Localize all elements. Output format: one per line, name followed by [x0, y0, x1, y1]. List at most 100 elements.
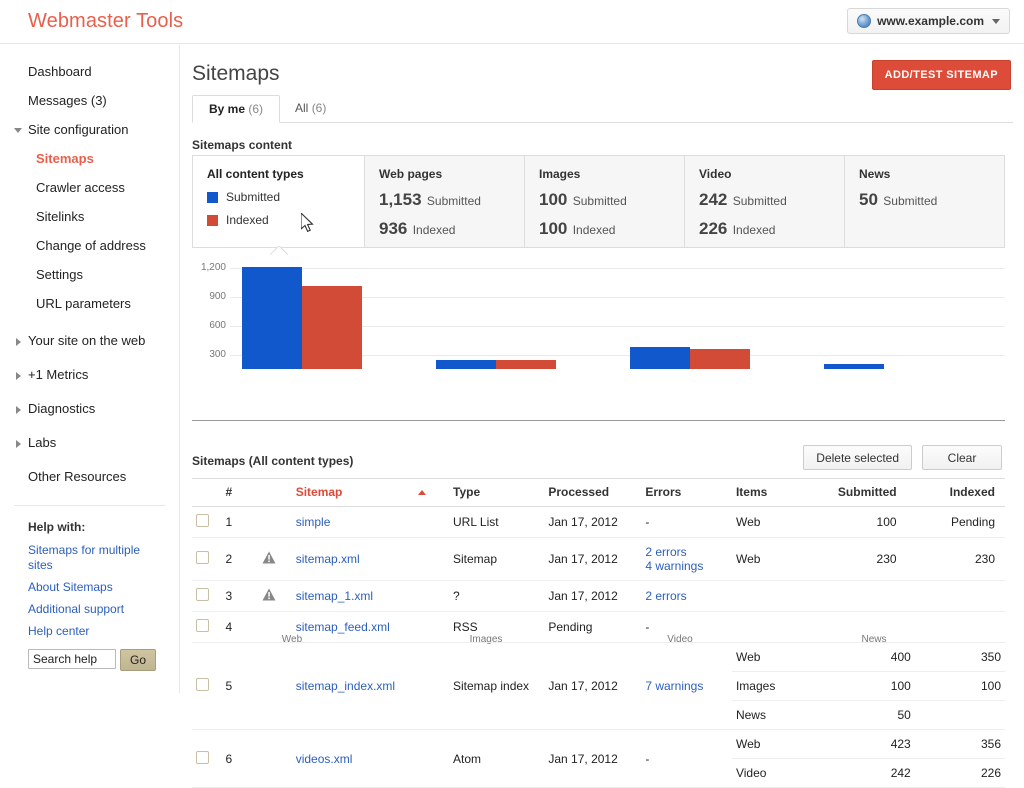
row-checkbox[interactable] — [196, 750, 209, 764]
sidebar-item-settings[interactable]: Settings — [0, 260, 179, 289]
sidebar-item-other-resources[interactable]: Other Resources — [0, 462, 179, 491]
card-indexed-label: Indexed — [572, 223, 616, 237]
sidebar-item-label: Crawler access — [36, 180, 125, 195]
column-header-type[interactable]: Type — [449, 478, 545, 507]
warnings-link[interactable]: 7 warnings — [645, 679, 703, 693]
search-help-input[interactable] — [28, 649, 116, 669]
sidebar-item-change-of-address[interactable]: Change of address — [0, 231, 179, 260]
column-header-errors[interactable]: Errors — [641, 478, 732, 507]
table-row[interactable]: 2 sitemap.xml Sitemap Jan 17, 2012 2 err… — [192, 537, 1005, 581]
table-row[interactable]: 5 sitemap_index.xml Sitemap index Jan 17… — [192, 642, 1005, 730]
row-processed: Jan 17, 2012 — [544, 642, 642, 730]
sitemap-link[interactable]: sitemap_1.xml — [296, 589, 373, 603]
sidebar-item-sitemaps[interactable]: Sitemaps — [0, 144, 179, 173]
help-link-about-sitemaps[interactable]: About Sitemaps — [28, 580, 146, 595]
breakdown-row: Web 423 356 — [731, 730, 1005, 759]
row-number: 6 — [221, 729, 259, 788]
help-link-additional-support[interactable]: Additional support — [28, 602, 146, 617]
sidebar-item-label: URL parameters — [36, 296, 131, 311]
column-header-indexed[interactable]: Indexed — [914, 478, 1005, 507]
card-submitted-label: Submitted — [883, 194, 938, 208]
tab-by-me[interactable]: By me (6) — [192, 95, 281, 123]
sidebar-group-labs[interactable]: Labs — [0, 428, 179, 457]
help-link-sitemaps-multiple-sites[interactable]: Sitemaps for multiple sites — [28, 543, 146, 573]
column-header-items[interactable]: Items — [731, 478, 816, 507]
sitemap-link[interactable]: simple — [296, 515, 331, 529]
card-submitted-label: Submitted — [732, 194, 787, 208]
row-checkbox[interactable] — [196, 514, 209, 527]
row-checkbox-cell — [192, 506, 222, 538]
chevron-down-icon — [14, 128, 22, 133]
site-selector-dropdown[interactable]: www.example.com — [847, 8, 1010, 34]
chevron-right-icon — [16, 338, 21, 346]
sitemap-link[interactable]: sitemap_feed.xml — [296, 620, 390, 634]
clear-button[interactable]: Clear — [922, 445, 1002, 470]
chevron-right-icon — [16, 372, 21, 380]
column-header-number[interactable]: # — [221, 478, 259, 507]
card-images[interactable]: Images 100 Submitted 100 Indexed — [525, 156, 685, 247]
sitemap-link[interactable]: sitemap_index.xml — [296, 679, 395, 693]
card-title: Images — [539, 167, 581, 181]
row-processed: Pending — [544, 611, 642, 643]
sidebar-group-your-site-on-the-web[interactable]: Your site on the web — [0, 326, 179, 355]
y-axis-tick-1200: 1,200 — [200, 262, 226, 273]
add-test-sitemap-button[interactable]: ADD/TEST SITEMAP — [871, 60, 1011, 90]
warnings-link[interactable]: 4 warnings — [645, 559, 728, 573]
row-warning-cell — [258, 642, 292, 730]
tab-label: By me — [209, 102, 246, 116]
row-checkbox[interactable] — [196, 588, 209, 601]
row-submitted: 230 — [815, 537, 915, 581]
tab-count: (6) — [311, 101, 327, 115]
sidebar-item-label: Labs — [28, 435, 57, 450]
sidebar-item-label: Settings — [36, 267, 83, 282]
row-number: 2 — [221, 537, 259, 581]
card-submitted-row: 100 Submitted — [539, 190, 670, 210]
card-news[interactable]: News 50 Submitted — [845, 156, 1004, 247]
breakdown-indexed: 356 — [914, 730, 1005, 759]
column-header-processed[interactable]: Processed — [544, 478, 642, 507]
column-header-sort-indicator[interactable] — [409, 478, 449, 507]
breakdown-submitted: 423 — [816, 730, 915, 759]
row-checkbox[interactable] — [196, 551, 209, 564]
column-header-sitemap[interactable]: Sitemap — [291, 478, 410, 507]
card-submitted-label: Submitted — [426, 194, 481, 208]
row-items: Web — [731, 506, 816, 538]
sitemap-link[interactable]: sitemap.xml — [296, 552, 360, 566]
breakdown-submitted: 242 — [890, 766, 911, 780]
card-video[interactable]: Video 242 Submitted 226 Indexed — [685, 156, 845, 247]
card-title: News — [859, 167, 891, 181]
row-warning-cell — [258, 611, 292, 643]
errors-link[interactable]: 2 errors — [645, 589, 686, 603]
table-row[interactable]: 4 sitemap_feed.xml RSS Pending - — [192, 611, 1005, 643]
sidebar-group-plus-one-metrics[interactable]: +1 Metrics — [0, 360, 179, 389]
sidebar-group-diagnostics[interactable]: Diagnostics — [0, 394, 179, 423]
sidebar-item-crawler-access[interactable]: Crawler access — [0, 173, 179, 202]
errors-link[interactable]: 2 errors — [645, 545, 728, 559]
tab-all[interactable]: All (6) — [279, 95, 342, 123]
card-all-content-types[interactable]: All content types Submitted Indexed — [193, 156, 365, 247]
sidebar-item-label: Messages (3) — [28, 93, 107, 108]
sitemap-link[interactable]: videos.xml — [296, 752, 353, 766]
breakdown-indexed: 350 — [914, 643, 1005, 672]
sidebar-item-dashboard[interactable]: Dashboard — [0, 57, 179, 86]
table-row[interactable]: 6 videos.xml Atom Jan 17, 2012 - Web 423 — [192, 729, 1005, 788]
sidebar-item-messages[interactable]: Messages (3) — [0, 86, 179, 115]
search-help-go-button[interactable]: Go — [120, 649, 156, 671]
column-header-submitted[interactable]: Submitted — [815, 478, 915, 507]
legend-submitted: Submitted — [207, 190, 350, 204]
delete-selected-button[interactable]: Delete selected — [803, 445, 912, 470]
help-link-help-center[interactable]: Help center — [28, 624, 146, 639]
row-type: URL List — [449, 506, 545, 538]
card-web-pages[interactable]: Web pages 1,153 Submitted 936 Indexed — [365, 156, 525, 247]
row-checkbox[interactable] — [196, 619, 209, 632]
legend-swatch-indexed-icon — [207, 214, 218, 226]
row-sitemap-cell: sitemap_index.xml — [291, 642, 449, 730]
table-row[interactable]: 3 sitemap_1.xml ? Jan 17, 2012 2 errors — [192, 580, 1005, 612]
table-row[interactable]: 1 simple URL List Jan 17, 2012 - Web 100… — [192, 506, 1005, 538]
sidebar-item-url-parameters[interactable]: URL parameters — [0, 289, 179, 318]
sidebar-item-label: +1 Metrics — [28, 367, 89, 382]
sidebar-item-sitelinks[interactable]: Sitelinks — [0, 202, 179, 231]
bar-web-indexed — [302, 286, 362, 369]
sidebar-group-site-configuration[interactable]: Site configuration — [0, 115, 179, 144]
row-checkbox[interactable] — [196, 678, 209, 691]
